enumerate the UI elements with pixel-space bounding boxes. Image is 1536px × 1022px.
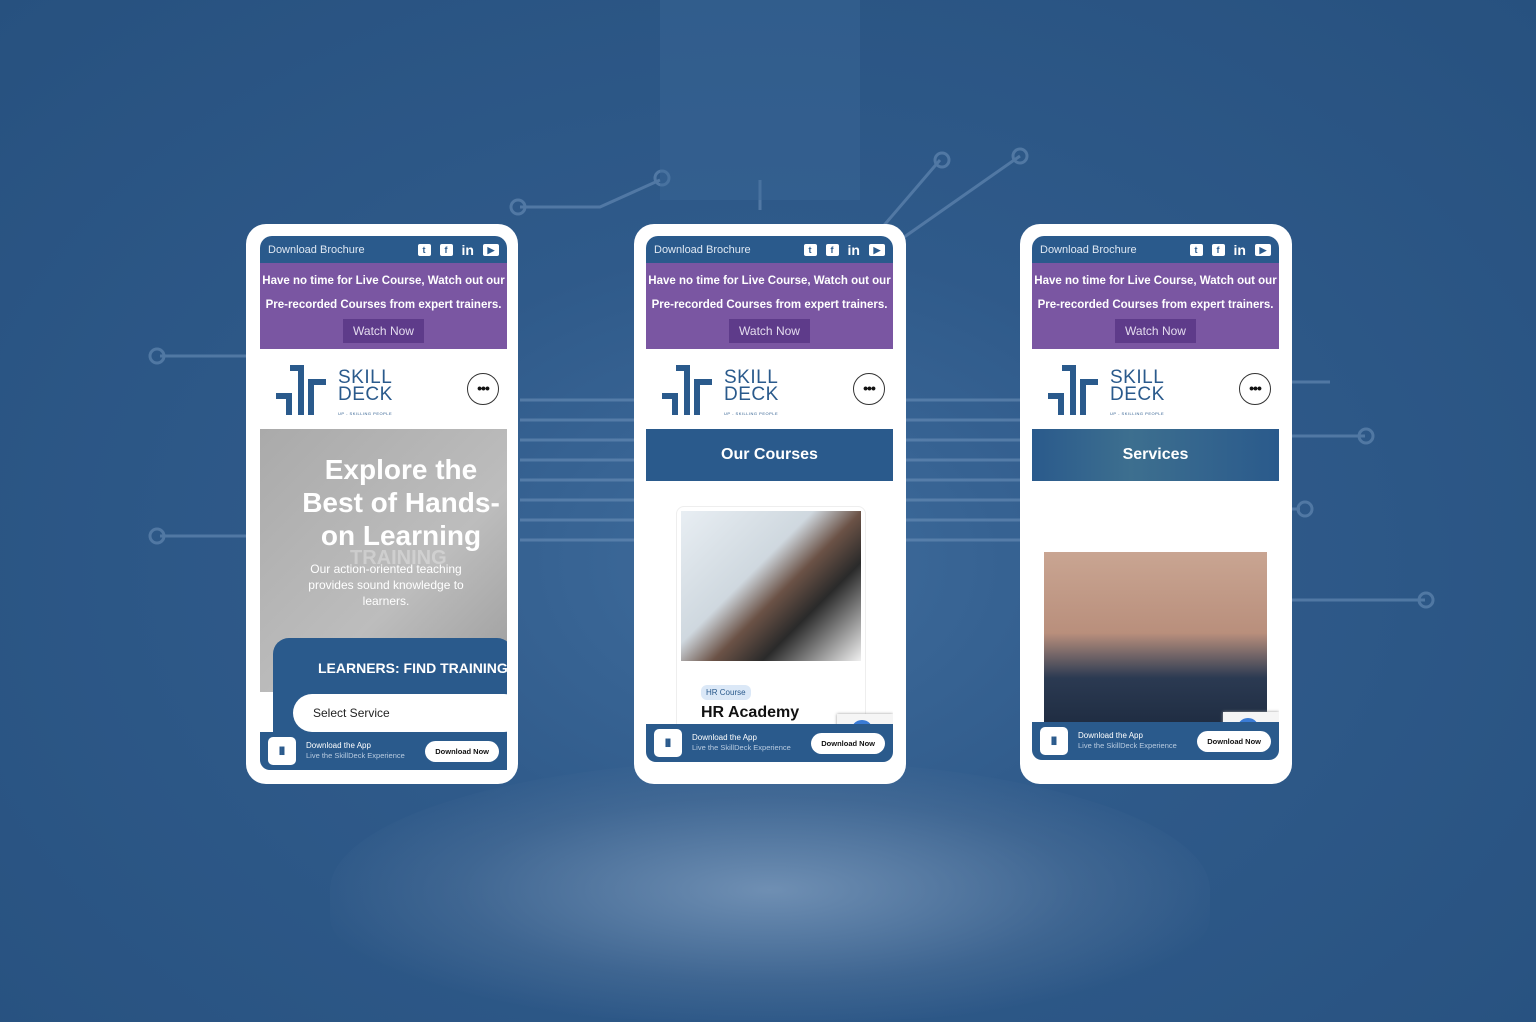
facebook-icon[interactable]: f (1211, 243, 1225, 256)
app-title: Download the App (1078, 731, 1143, 740)
app-icon: ▐▌ (268, 737, 296, 765)
app-download-bar: ▐▌ Download the App Live the SkillDeck Ex… (260, 732, 507, 770)
youtube-icon[interactable]: ▶ (1255, 243, 1271, 256)
twitter-icon[interactable]: t (417, 243, 431, 256)
course-tag: HR Course (701, 685, 751, 700)
phone-mockup-courses: Download Brochure t f in ▶ Have no time for… (634, 224, 906, 784)
promo-text: Pre-recorded Courses from expert trainer… (265, 299, 502, 311)
twitter-icon[interactable]: t (803, 243, 817, 256)
facebook-icon[interactable]: f (439, 243, 453, 256)
app-download-bar: ▐▌ Download the App Live the SkillDeck Ex… (646, 724, 893, 762)
download-now-button[interactable]: Download Now (1197, 730, 1271, 752)
top-bar: Download Brochure t f in ▶ (646, 236, 893, 263)
more-menu-icon[interactable]: ••• (1239, 373, 1271, 405)
header: SKILL DECK UP - SKILLING PEOPLE ••• (260, 349, 507, 429)
linkedin-icon[interactable]: in (1234, 243, 1246, 257)
services-image (1044, 552, 1267, 732)
youtube-icon[interactable]: ▶ (869, 243, 885, 256)
select-service-dropdown[interactable]: Select Service (293, 694, 507, 732)
header: SKILL DECK UP - SKILLING PEOPLE ••• (1032, 349, 1279, 429)
twitter-icon[interactable]: t (1189, 243, 1203, 256)
promo-text: Have no time for Live Course, Watch out … (262, 275, 505, 287)
top-bar: Download Brochure t f in ▶ (1032, 236, 1279, 263)
logo-text: SKILL DECK UP - SKILLING PEOPLE (338, 367, 393, 416)
services-banner: Services (1032, 429, 1279, 481)
skilldeck-logo-icon (1048, 365, 1098, 415)
watch-now-button[interactable]: Watch Now (1115, 319, 1196, 343)
promo-banner: Have no time for Live Course, Watch out … (646, 263, 893, 349)
app-subtitle: Live the SkillDeck Experience (692, 743, 791, 752)
more-menu-icon[interactable]: ••• (853, 373, 885, 405)
youtube-icon[interactable]: ▶ (483, 243, 499, 256)
app-subtitle: Live the SkillDeck Experience (1078, 741, 1177, 750)
app-download-bar: ▐▌ Download the App Live the SkillDeck Ex… (1032, 722, 1279, 760)
app-icon: ▐▌ (654, 729, 682, 757)
app-icon: ▐▌ (1040, 727, 1068, 755)
download-brochure-link[interactable]: Download Brochure (268, 244, 365, 256)
promo-text: Have no time for Live Course, Watch out … (1034, 275, 1277, 287)
download-now-button[interactable]: Download Now (811, 732, 885, 754)
watch-now-button[interactable]: Watch Now (729, 319, 810, 343)
linkedin-icon[interactable]: in (848, 243, 860, 257)
download-brochure-link[interactable]: Download Brochure (1040, 244, 1137, 256)
app-title: Download the App (306, 741, 371, 750)
top-bar: Download Brochure t f in ▶ (260, 236, 507, 263)
promo-text: Have no time for Live Course, Watch out … (648, 275, 891, 287)
skilldeck-logo-icon (662, 365, 712, 415)
logo-text: SKILL DECK UP - SKILLING PEOPLE (1110, 367, 1165, 416)
phone-mockup-services: Download Brochure t f in ▶ Have no time for… (1020, 224, 1292, 784)
course-card[interactable]: HR Course HR Academy (676, 506, 866, 736)
download-brochure-link[interactable]: Download Brochure (654, 244, 751, 256)
promo-banner: Have no time for Live Course, Watch out … (1032, 263, 1279, 349)
promo-text: Pre-recorded Courses from expert trainer… (1037, 299, 1274, 311)
facebook-icon[interactable]: f (825, 243, 839, 256)
promo-text: Pre-recorded Courses from expert trainer… (651, 299, 888, 311)
watch-now-button[interactable]: Watch Now (343, 319, 424, 343)
more-menu-icon[interactable]: ••• (467, 373, 499, 405)
hero-title: Explore the Best of Hands-on Learning (302, 454, 500, 551)
course-image (681, 511, 861, 661)
app-title: Download the App (692, 733, 757, 742)
skilldeck-logo-icon (276, 365, 326, 415)
our-courses-banner: Our Courses (646, 429, 893, 481)
hands-image (330, 760, 1210, 1020)
header: SKILL DECK UP - SKILLING PEOPLE ••• (646, 349, 893, 429)
linkedin-icon[interactable]: in (462, 243, 474, 257)
find-trainings-title: LEARNERS: FIND TRAININGS (318, 660, 507, 676)
download-now-button[interactable]: Download Now (425, 740, 499, 762)
course-title: HR Academy (701, 704, 800, 721)
app-subtitle: Live the SkillDeck Experience (306, 751, 405, 760)
phone-mockup-home: Download Brochure t f in ▶ Have no time for… (246, 224, 518, 784)
promo-banner: Have no time for Live Course, Watch out … (260, 263, 507, 349)
hero-text: Our action-oriented teaching provides so… (308, 562, 464, 608)
logo-text: SKILL DECK UP - SKILLING PEOPLE (724, 367, 779, 416)
